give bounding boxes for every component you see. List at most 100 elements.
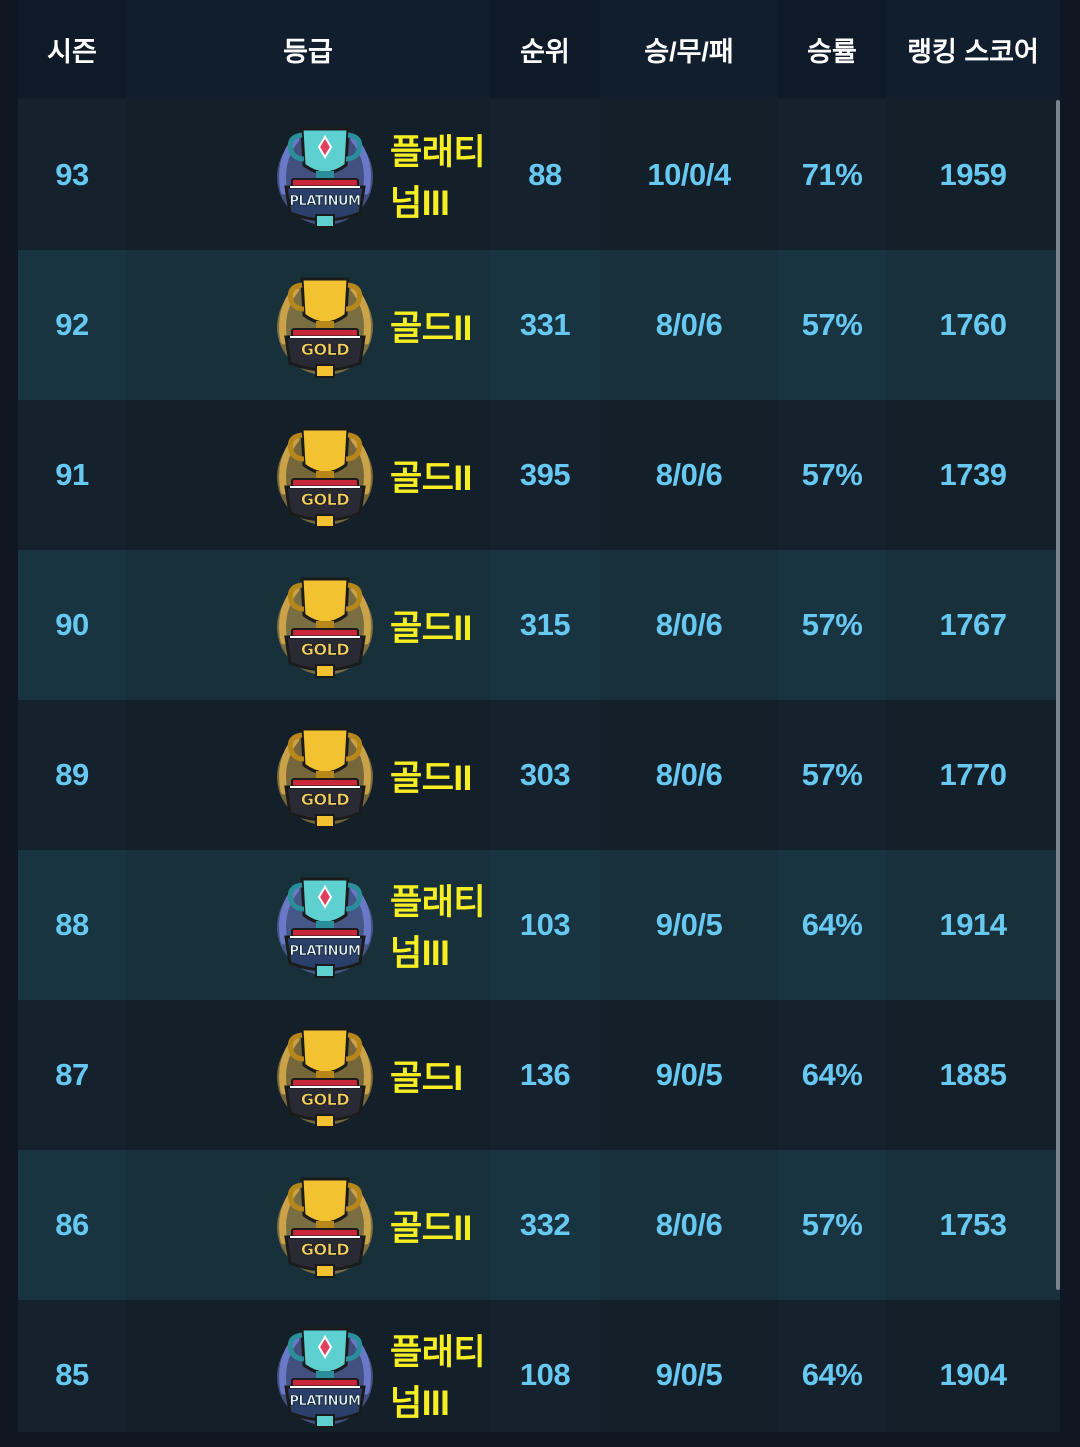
- ranking-score-cell: 1739: [886, 400, 1060, 550]
- tier-label: 골드II: [390, 758, 472, 798]
- svg-text:GOLD: GOLD: [301, 1240, 349, 1259]
- table-header: 시즌 등급 순위 승/무/패 승률 랭킹 스코어: [18, 0, 1060, 98]
- table-row[interactable]: 89 GOLD 골드II 303 8/0/6 57% 1770: [18, 700, 1060, 850]
- season-cell: 93: [55, 157, 89, 192]
- gold-tier-badge-icon: GOLD: [272, 721, 378, 829]
- svg-text:GOLD: GOLD: [301, 490, 349, 509]
- tier-label: 골드I: [390, 1058, 463, 1098]
- grade-cell: PLATINUM 플래티넘III: [126, 850, 490, 1000]
- win-draw-loss-cell: 9/0/5: [600, 1000, 778, 1150]
- season-cell: 86: [55, 1207, 89, 1242]
- gold-tier-badge-icon: GOLD: [272, 1021, 378, 1129]
- grade-cell: GOLD 골드II: [126, 550, 490, 700]
- grade-cell: PLATINUM 플래티넘III: [126, 100, 490, 250]
- rank-cell: 303: [519, 757, 571, 792]
- ranking-score-cell: 1760: [886, 250, 1060, 400]
- season-cell: 91: [55, 457, 89, 492]
- win-draw-loss-cell: 10/0/4: [600, 100, 778, 250]
- rank-cell: 103: [519, 907, 571, 942]
- season-cell: 85: [55, 1357, 89, 1392]
- season-history-table: 시즌 등급 순위 승/무/패 승률 랭킹 스코어 93 PLATINUM 플래티…: [18, 0, 1060, 1432]
- table-row[interactable]: 86 GOLD 골드II 332 8/0/6 57% 1753: [18, 1150, 1060, 1300]
- header-ranking-score: 랭킹 스코어: [886, 0, 1060, 98]
- table-row[interactable]: 92 GOLD 골드II 331 8/0/6 57% 1760: [18, 250, 1060, 400]
- svg-text:PLATINUM: PLATINUM: [290, 194, 361, 209]
- tier-label: 플래티넘III: [390, 133, 486, 223]
- grade-cell: GOLD 골드II: [126, 250, 490, 400]
- table-row[interactable]: 90 GOLD 골드II 315 8/0/6 57% 1767: [18, 550, 1060, 700]
- win-rate-cell: 64%: [801, 1357, 863, 1392]
- vertical-scrollbar[interactable]: [1056, 100, 1060, 1290]
- header-grade: 등급: [126, 0, 490, 98]
- tier-label: 플래티넘III: [390, 883, 486, 973]
- win-draw-loss-cell: 8/0/6: [600, 400, 778, 550]
- ranking-score-cell: 1767: [886, 550, 1060, 700]
- win-draw-loss-cell: 8/0/6: [600, 700, 778, 850]
- win-draw-loss-cell: 8/0/6: [600, 1150, 778, 1300]
- win-draw-loss-cell: 8/0/6: [600, 250, 778, 400]
- grade-cell: PLATINUM 플래티넘III: [126, 1300, 490, 1432]
- header-win-draw-loss: 승/무/패: [600, 0, 778, 98]
- win-rate-cell: 57%: [801, 457, 863, 492]
- platinum-tier-badge-icon: PLATINUM: [272, 1321, 378, 1429]
- tier-label: 골드II: [390, 1208, 472, 1248]
- rank-cell: 136: [519, 1057, 571, 1092]
- table-body[interactable]: 93 PLATINUM 플래티넘III 88 10/0/4 71% 1959 9…: [18, 100, 1060, 1432]
- gold-tier-badge-icon: GOLD: [272, 271, 378, 379]
- season-cell: 89: [55, 757, 89, 792]
- gold-tier-badge-icon: GOLD: [272, 1171, 378, 1279]
- header-win-rate: 승률: [807, 36, 857, 67]
- table-row[interactable]: 88 PLATINUM 플래티넘III 103 9/0/5 64% 1914: [18, 850, 1060, 1000]
- rank-cell: 315: [519, 607, 571, 642]
- svg-text:GOLD: GOLD: [301, 1090, 349, 1109]
- ranking-score-cell: 1770: [886, 700, 1060, 850]
- platinum-tier-badge-icon: PLATINUM: [272, 871, 378, 979]
- tier-label: 골드II: [390, 608, 472, 648]
- grade-cell: GOLD 골드I: [126, 1000, 490, 1150]
- svg-text:GOLD: GOLD: [301, 340, 349, 359]
- win-draw-loss-cell: 9/0/5: [600, 1300, 778, 1432]
- win-draw-loss-cell: 8/0/6: [600, 550, 778, 700]
- platinum-tier-badge-icon: PLATINUM: [272, 121, 378, 229]
- season-cell: 88: [55, 907, 89, 942]
- ranking-score-cell: 1959: [886, 100, 1060, 250]
- ranking-score-cell: 1914: [886, 850, 1060, 1000]
- rank-cell: 395: [519, 457, 571, 492]
- table-row[interactable]: 91 GOLD 골드II 395 8/0/6 57% 1739: [18, 400, 1060, 550]
- tier-label: 플래티넘III: [390, 1333, 486, 1423]
- svg-text:GOLD: GOLD: [301, 790, 349, 809]
- win-rate-cell: 71%: [801, 157, 863, 192]
- season-cell: 90: [55, 607, 89, 642]
- svg-text:PLATINUM: PLATINUM: [290, 944, 361, 959]
- header-rank: 순위: [520, 36, 570, 67]
- ranking-score-cell: 1885: [886, 1000, 1060, 1150]
- rank-cell: 108: [519, 1357, 571, 1392]
- ranking-score-cell: 1904: [886, 1300, 1060, 1432]
- rank-cell: 332: [519, 1207, 571, 1242]
- svg-text:GOLD: GOLD: [301, 640, 349, 659]
- grade-cell: GOLD 골드II: [126, 400, 490, 550]
- win-rate-cell: 64%: [801, 1057, 863, 1092]
- rank-cell: 331: [519, 307, 571, 342]
- win-rate-cell: 57%: [801, 307, 863, 342]
- table-row[interactable]: 87 GOLD 골드I 136 9/0/5 64% 1885: [18, 1000, 1060, 1150]
- grade-cell: GOLD 골드II: [126, 700, 490, 850]
- table-row[interactable]: 85 PLATINUM 플래티넘III 108 9/0/5 64% 1904: [18, 1300, 1060, 1432]
- win-rate-cell: 57%: [801, 757, 863, 792]
- gold-tier-badge-icon: GOLD: [272, 421, 378, 529]
- tier-label: 골드II: [390, 308, 472, 348]
- win-rate-cell: 57%: [801, 1207, 863, 1242]
- win-rate-cell: 57%: [801, 607, 863, 642]
- table-row[interactable]: 93 PLATINUM 플래티넘III 88 10/0/4 71% 1959: [18, 100, 1060, 250]
- season-cell: 92: [55, 307, 89, 342]
- header-season: 시즌: [47, 36, 97, 67]
- tier-label: 골드II: [390, 458, 472, 498]
- season-cell: 87: [55, 1057, 89, 1092]
- svg-text:PLATINUM: PLATINUM: [290, 1394, 361, 1409]
- ranking-score-cell: 1753: [886, 1150, 1060, 1300]
- gold-tier-badge-icon: GOLD: [272, 571, 378, 679]
- win-rate-cell: 64%: [801, 907, 863, 942]
- grade-cell: GOLD 골드II: [126, 1150, 490, 1300]
- win-draw-loss-cell: 9/0/5: [600, 850, 778, 1000]
- rank-cell: 88: [528, 157, 562, 192]
